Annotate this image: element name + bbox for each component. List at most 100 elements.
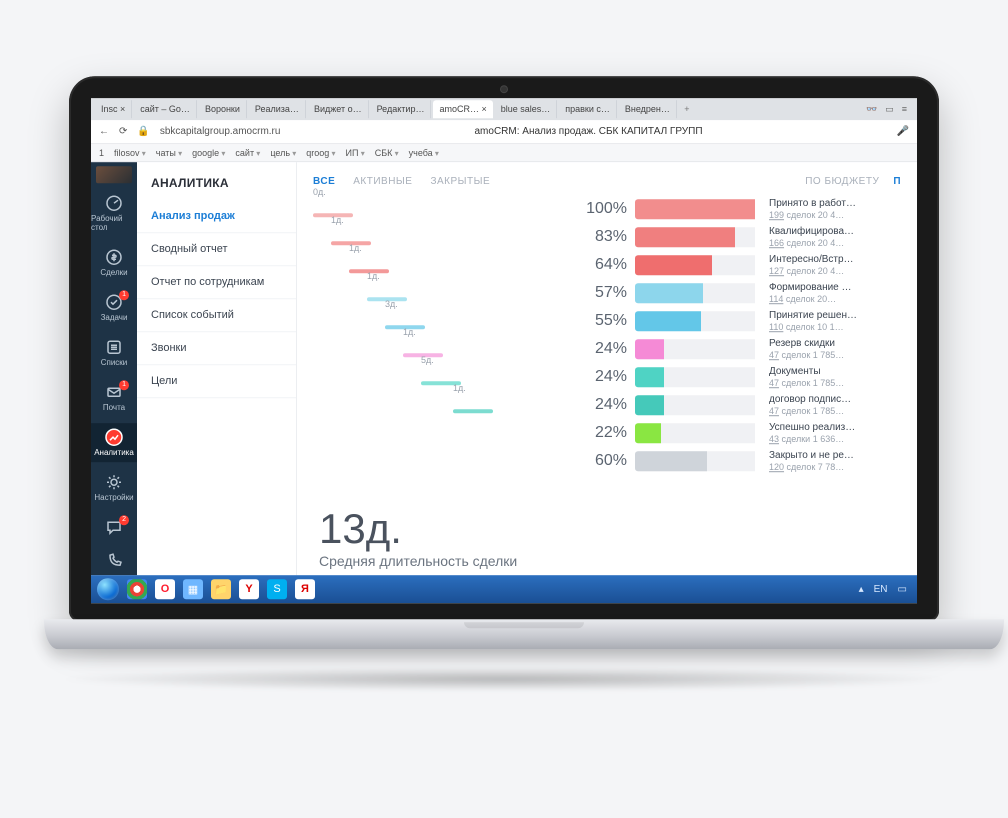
browser-tab[interactable]: Воронки <box>199 100 247 118</box>
nav-mail[interactable]: 1 Почта <box>91 378 137 417</box>
nav-deals[interactable]: Сделки <box>91 243 137 282</box>
taskbar-yandex-icon[interactable]: Y <box>239 579 259 599</box>
new-tab-button[interactable]: + <box>679 104 695 114</box>
percent-value: 22% <box>571 424 627 442</box>
stage-bar <box>635 227 755 247</box>
bookmark-item[interactable]: qroog <box>306 148 335 158</box>
panel-title: АНАЛИТИКА <box>137 162 296 200</box>
bookmark-item[interactable]: цель <box>270 148 296 158</box>
filter-other[interactable]: П <box>893 176 901 187</box>
tray-lang[interactable]: EN <box>874 584 888 595</box>
stage-bar <box>635 199 755 219</box>
laptop-shadow <box>54 667 954 691</box>
nav-tasks[interactable]: 1 Задачи <box>91 288 137 327</box>
windows-taskbar: O ▦ 📁 Y S Я ▴ EN ▭ <box>91 575 917 603</box>
taskbar-skype-icon[interactable]: S <box>267 579 287 599</box>
panel-link-events[interactable]: Список событий <box>137 299 296 332</box>
panel-link-staff[interactable]: Отчет по сотрудникам <box>137 266 296 299</box>
nav-desktop[interactable]: Рабочий стол <box>91 189 137 237</box>
badge: 2 <box>119 515 129 525</box>
menu-icon[interactable]: ≡ <box>902 104 907 115</box>
stage-label: Документы47 сделок 1 785… <box>763 366 901 388</box>
taskbar-ya-icon[interactable]: Я <box>295 579 315 599</box>
stage-bar <box>635 395 755 415</box>
taskbar-opera-icon[interactable]: O <box>155 579 175 599</box>
stage-bar <box>635 451 755 471</box>
funnel-row: 5д.24%Документы47 сделок 1 785… <box>313 363 901 391</box>
filter-all[interactable]: ВСЕ <box>313 176 335 187</box>
browser-tab[interactable]: Внедрен… <box>619 100 677 118</box>
voice-icon[interactable]: 🎤 <box>897 126 909 137</box>
nav-extra-1[interactable]: 2 <box>91 513 137 541</box>
funnel-row: 1д. 83% Квалифицирова…166 сделок 20 4… <box>313 223 901 251</box>
stage-label: Резерв скидки47 сделок 1 785… <box>763 338 901 360</box>
filter-tabs: ВСЕ АКТИВНЫЕ ЗАКРЫТЫЕ ПО БЮДЖЕТУ П <box>297 162 917 195</box>
browser-tab-active[interactable]: amoCR… × <box>433 100 492 118</box>
stair-step: 1д. <box>313 251 563 279</box>
back-button[interactable]: ← <box>99 126 109 137</box>
days-label: 3д. <box>385 299 398 309</box>
bookmark-item[interactable]: учеба <box>409 148 439 158</box>
nav-analytics[interactable]: Аналитика <box>91 423 137 462</box>
nav-settings[interactable]: Настройки <box>91 468 137 507</box>
percent-value: 60% <box>571 452 627 470</box>
reload-button[interactable]: ⟳ <box>119 126 127 137</box>
panel-link-calls[interactable]: Звонки <box>137 332 296 365</box>
gauge-icon <box>105 194 123 212</box>
funnel-row: 1д.64%Интересно/Встр…127 сделок 20 4… <box>313 251 901 279</box>
laptop-lid: Insc × сайт – Go… Воронки Реализа… Видже… <box>69 76 939 621</box>
funnel-row: 1д.24%договор подпис…47 сделок 1 785… <box>313 391 901 419</box>
avatar[interactable] <box>96 166 132 183</box>
bookmark-item[interactable]: ИП <box>346 148 365 158</box>
bookmark-item[interactable]: google <box>192 148 225 158</box>
funnel-row: 22%Успешно реализ…43 сделки 1 636… <box>313 419 901 447</box>
browser-tab[interactable]: правки с… <box>559 100 617 118</box>
browser-tab[interactable]: сайт – Go… <box>134 100 197 118</box>
bookmark-item[interactable]: СБК <box>375 148 399 158</box>
summary-value: 13д. <box>319 505 517 553</box>
browser-tab[interactable]: Редактир… <box>371 100 432 118</box>
reader-icon[interactable]: 👓 <box>866 104 877 115</box>
filter-closed[interactable]: ЗАКРЫТЫЕ <box>430 176 490 187</box>
laptop-frame: Insc × сайт – Go… Воронки Реализа… Видже… <box>44 76 964 716</box>
filter-active[interactable]: АКТИВНЫЕ <box>353 176 412 187</box>
panel-link-goals[interactable]: Цели <box>137 365 296 398</box>
browser-tab[interactable]: Виджет о… <box>308 100 369 118</box>
percent-value: 64% <box>571 256 627 274</box>
tray-up-icon[interactable]: ▴ <box>859 584 864 595</box>
system-tray[interactable]: ▴ EN ▭ <box>859 584 911 595</box>
percent-value: 100% <box>571 200 627 218</box>
stage-label: Квалифицирова…166 сделок 20 4… <box>763 226 901 248</box>
bookmark-item[interactable]: чаты <box>156 148 182 158</box>
panel-link-sales[interactable]: Анализ продаж <box>137 200 296 233</box>
stage-label: договор подпис…47 сделок 1 785… <box>763 394 901 416</box>
url-text[interactable]: sbkcapitalgroup.amocrm.ru <box>160 126 281 137</box>
stair-step: 1д. <box>313 335 563 363</box>
stair-step <box>313 447 563 475</box>
bookmark-item[interactable]: filosov <box>114 148 146 158</box>
taskbar-calc-icon[interactable]: ▦ <box>183 579 203 599</box>
nav-lists[interactable]: Списки <box>91 333 137 372</box>
page-title: amoCRM: Анализ продаж. СБК КАПИТАЛ ГРУПП <box>290 126 886 137</box>
minimize-icon[interactable]: ▭ <box>885 104 894 115</box>
taskbar-explorer-icon[interactable]: 📁 <box>211 579 231 599</box>
tray-flag-icon[interactable]: ▭ <box>898 584 907 595</box>
percent-value: 83% <box>571 228 627 246</box>
stage-bar <box>635 423 755 443</box>
browser-tab[interactable]: Insc × <box>95 100 132 118</box>
stage-label: Принято в работ…199 сделок 20 4… <box>763 198 901 220</box>
analytics-icon <box>105 428 123 446</box>
percent-value: 24% <box>571 368 627 386</box>
dollar-icon <box>105 248 123 266</box>
list-icon <box>105 338 123 356</box>
panel-link-summary[interactable]: Сводный отчет <box>137 233 296 266</box>
bookmark-item[interactable]: сайт <box>235 148 260 158</box>
browser-tab[interactable]: Реализа… <box>249 100 306 118</box>
stair-step: 3д. <box>313 307 563 335</box>
start-button[interactable] <box>97 578 119 600</box>
taskbar-chrome-icon[interactable] <box>127 579 147 599</box>
filter-by-budget[interactable]: ПО БЮДЖЕТУ <box>805 176 879 187</box>
nav-extra-2[interactable] <box>91 547 137 575</box>
days-label: 1д. <box>349 243 362 253</box>
browser-tab[interactable]: blue sales… <box>495 100 558 118</box>
